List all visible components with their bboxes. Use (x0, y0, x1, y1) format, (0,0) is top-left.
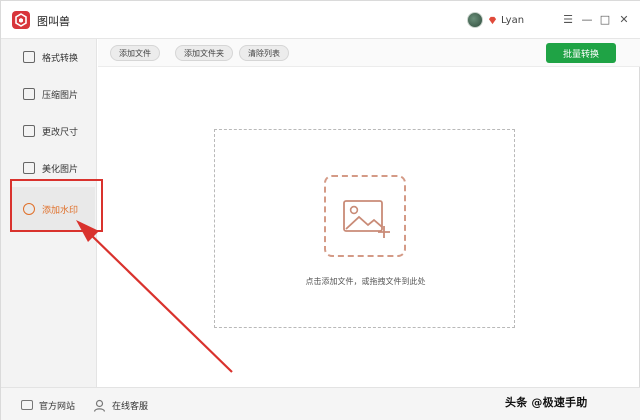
maximize-icon[interactable]: □ (598, 12, 612, 26)
close-icon[interactable]: ✕ (617, 12, 631, 26)
file-drop-zone[interactable]: 点击添加文件，或拖拽文件到此处 (214, 129, 515, 328)
resize-icon (23, 125, 35, 137)
beautify-image-icon (23, 162, 35, 174)
sidebar-item-compress-image[interactable]: 压缩图片 (1, 76, 97, 112)
online-support-link[interactable]: 在线客服 (93, 398, 148, 412)
sidebar-item-label: 格式转换 (42, 53, 79, 64)
footer-link-label: 在线客服 (112, 401, 149, 412)
app-title: 图叫兽 (37, 15, 70, 28)
footer-link-label: 官方网站 (39, 401, 76, 412)
drop-hint-text: 点击添加文件，或拖拽文件到此处 (305, 277, 426, 286)
sidebar-item-label: 美化图片 (42, 164, 79, 175)
clear-list-button[interactable]: 清除列表 (239, 45, 289, 61)
menu-icon[interactable]: ☰ (561, 12, 575, 26)
app-window: 图叫兽 Lyan ☰ — □ ✕ 格式转换 压缩图片 更改尺寸 美化图片 添加水… (0, 0, 640, 420)
monitor-icon (21, 400, 33, 410)
toolbar: 添加文件 添加文件夹 清除列表 批量转换 (98, 39, 640, 67)
annotation-highlight-box (10, 179, 103, 232)
compress-image-icon (23, 88, 35, 100)
sidebar-item-format-convert[interactable]: 格式转换 (1, 39, 97, 75)
app-logo-icon (12, 11, 30, 29)
format-convert-icon (23, 51, 35, 63)
add-file-button[interactable]: 添加文件 (110, 45, 160, 61)
user-account[interactable]: Lyan (467, 11, 524, 29)
user-support-icon (93, 399, 106, 412)
add-image-icon[interactable] (324, 175, 406, 257)
username: Lyan (501, 14, 525, 26)
official-website-link[interactable]: 官方网站 (21, 398, 75, 412)
title-bar: 图叫兽 Lyan ☰ — □ ✕ (1, 1, 640, 39)
batch-convert-button[interactable]: 批量转换 (546, 43, 616, 63)
sidebar-item-resize[interactable]: 更改尺寸 (1, 113, 97, 149)
watermark-text: 头条 @极速手助 (505, 396, 588, 409)
add-folder-button[interactable]: 添加文件夹 (175, 45, 233, 61)
avatar[interactable] (467, 12, 483, 28)
sidebar-item-label: 更改尺寸 (42, 127, 79, 138)
sidebar-item-label: 压缩图片 (42, 90, 79, 101)
minimize-icon[interactable]: — (580, 12, 594, 26)
vip-gem-icon (488, 16, 497, 24)
